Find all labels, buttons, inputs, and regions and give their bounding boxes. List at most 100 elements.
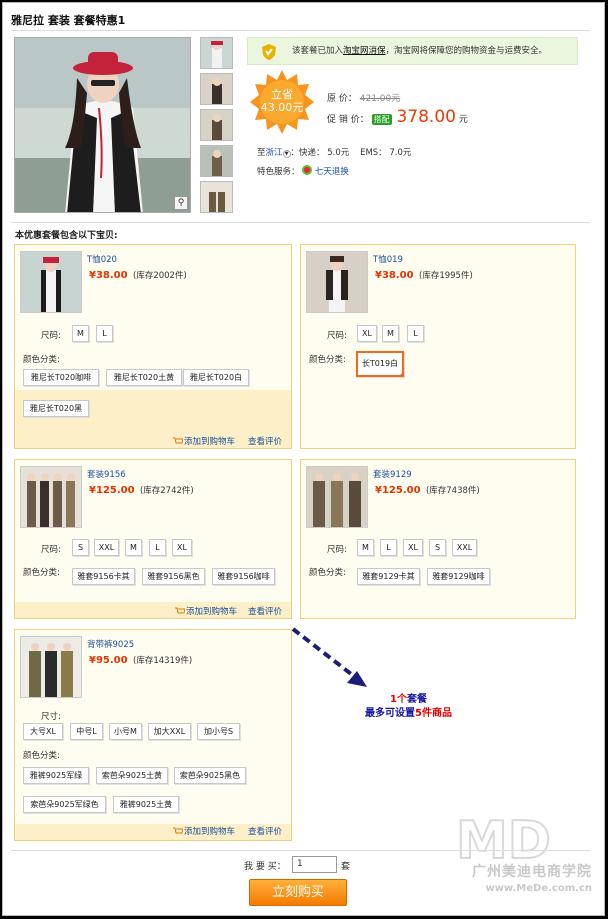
color-option[interactable]: 雅尼长T020土黄 — [106, 369, 182, 386]
size-option[interactable]: M — [125, 539, 142, 556]
color-option[interactable]: 雅套9156咖啡 — [212, 568, 275, 585]
size-label: 尺码: — [327, 331, 347, 341]
size-option[interactable]: 小号M — [109, 723, 142, 740]
package-item-card: 背带裤9025 ¥95.00 (库存14319件) 尺寸: 大号XL 中号L 小… — [14, 629, 292, 841]
item-name-link[interactable]: T恤020 — [87, 253, 117, 265]
size-option[interactable]: 大号XL — [23, 723, 63, 740]
size-option[interactable]: S — [72, 539, 89, 556]
add-to-cart-link[interactable]: 添加到购物车 — [173, 825, 235, 837]
color-option[interactable]: 索芭朵9025土黄 — [96, 767, 168, 784]
item-stock: (库存2742件) — [139, 486, 194, 496]
color-label: 颜色分类: — [23, 355, 60, 365]
view-reviews-link[interactable]: 查看评价 — [248, 605, 282, 617]
chevron-down-icon[interactable]: ▼ — [282, 150, 291, 158]
size-option[interactable]: L — [149, 539, 166, 556]
size-option[interactable]: L — [96, 325, 113, 342]
size-option[interactable]: 加大XXL — [148, 723, 191, 740]
arrow-icon — [291, 627, 367, 687]
watermark-url: www.MeDe.com.cn — [485, 883, 592, 894]
shipping-prefix: 至 — [257, 148, 266, 158]
color-option[interactable]: 雅套9156卡其 — [72, 568, 135, 585]
item-name-link[interactable]: 套装9156 — [87, 468, 126, 480]
cart-icon — [173, 827, 183, 834]
item-price-row: ¥125.00 (库存2742件) — [89, 484, 194, 496]
color-option[interactable]: 雅裤9025军绿 — [23, 767, 89, 784]
package-item-card: T恤019 ¥38.00 (库存1995件) 尺码: XL M L 颜色分类: … — [300, 244, 576, 449]
zoom-icon[interactable]: ⚲ — [174, 196, 188, 210]
item-name-link[interactable]: T恤019 — [373, 253, 403, 265]
color-option[interactable]: 索芭朵9025军绿色 — [23, 796, 106, 813]
size-option[interactable]: M — [382, 325, 399, 342]
page-frame: 雅尼拉 套装 套餐特惠1 ⚲ 该套餐已加入淘宝网消保，淘宝网将保障您的购物资金与… — [2, 2, 605, 916]
item-image[interactable] — [20, 636, 82, 698]
thumbnail-strip — [200, 37, 233, 217]
size-option[interactable]: 中号L — [70, 723, 103, 740]
add-to-cart-label: 添加到购物车 — [186, 607, 238, 617]
thumbnail[interactable] — [200, 73, 233, 105]
item-image[interactable] — [306, 466, 368, 528]
size-option[interactable]: 加小号S — [197, 723, 240, 740]
color-option[interactable]: 雅裤9025土黄 — [113, 796, 179, 813]
item-image[interactable] — [306, 251, 368, 313]
size-option[interactable]: XXL — [452, 539, 477, 556]
package-includes-label: 本优惠套餐包含以下宝贝: — [15, 231, 118, 241]
size-option[interactable]: S — [429, 539, 446, 556]
size-option[interactable]: XL — [172, 539, 192, 556]
color-option[interactable]: 雅尼长T020咖啡 — [23, 369, 99, 386]
main-product-image[interactable]: ⚲ — [14, 37, 191, 213]
size-option[interactable]: M — [72, 325, 89, 342]
size-label: 尺寸: — [41, 712, 61, 722]
quantity-label: 我 要 买： — [244, 862, 286, 872]
item-price-row: ¥38.00 (库存1995件) — [375, 269, 473, 281]
color-option[interactable]: 雅套9129卡其 — [357, 568, 420, 585]
color-option-selected[interactable]: 长T019白 — [356, 351, 404, 377]
item-price: ¥38.00 — [375, 270, 414, 281]
buy-now-button[interactable]: 立刻购买 — [249, 879, 347, 906]
consumer-protection-link[interactable]: 淘宝网消保 — [343, 46, 386, 56]
seven-day-return-link[interactable]: 七天退换 — [315, 167, 349, 177]
cart-icon — [175, 607, 185, 614]
color-option[interactable]: 索芭朵9025黑色 — [174, 767, 246, 784]
express-fee: ：快递： 5.0元 — [290, 148, 350, 158]
consumer-protection-notice: 该套餐已加入淘宝网消保，淘宝网将保障您的购物资金与运费安全。 — [247, 37, 578, 65]
quantity-input[interactable]: 1 — [292, 856, 337, 873]
item-price-row: ¥125.00 (库存7438件) — [375, 484, 480, 496]
item-stock: (库存2002件) — [133, 271, 187, 281]
package-item-card: 套装9129 ¥125.00 (库存7438件) 尺码: M L XL S XX… — [300, 459, 576, 619]
thumbnail[interactable] — [200, 37, 233, 69]
view-reviews-link[interactable]: 查看评价 — [248, 435, 282, 447]
item-name-link[interactable]: 背带裤9025 — [87, 638, 134, 650]
region-selector[interactable]: 浙江 — [266, 148, 283, 158]
size-option[interactable]: L — [407, 325, 424, 342]
size-label: 尺码: — [327, 545, 347, 555]
color-option[interactable]: 雅套9129咖啡 — [427, 568, 490, 585]
savings-amount: 43.00元 — [260, 101, 304, 114]
size-option[interactable]: XL — [403, 539, 423, 556]
color-option[interactable]: 雅尼长T020黑 — [23, 400, 89, 417]
color-option[interactable]: 雅套9156黑色 — [142, 568, 205, 585]
watermark-name: 广州美迪电商学院 — [472, 864, 592, 880]
size-option[interactable]: XXL — [94, 539, 119, 556]
thumbnail[interactable] — [200, 145, 233, 177]
item-image[interactable] — [20, 466, 82, 528]
thumbnail[interactable] — [200, 109, 233, 141]
color-label: 颜色分类: — [309, 355, 346, 365]
item-price: ¥95.00 — [89, 655, 128, 666]
color-option[interactable]: 雅尼长T020白 — [183, 369, 249, 386]
item-name-link[interactable]: 套装9129 — [373, 468, 412, 480]
add-to-cart-link[interactable]: 添加到购物车 — [173, 435, 235, 447]
item-image[interactable] — [20, 251, 82, 313]
item-price: ¥125.00 — [375, 485, 421, 496]
item-stock: (库存7438件) — [425, 486, 480, 496]
thumbnail[interactable] — [200, 181, 233, 213]
size-option[interactable]: M — [357, 539, 374, 556]
divider — [11, 30, 590, 31]
promo-price-label: 促 销 价： — [327, 115, 369, 125]
add-to-cart-link[interactable]: 添加到购物车 — [175, 605, 237, 617]
size-option[interactable]: L — [380, 539, 397, 556]
view-reviews-link[interactable]: 查看评价 — [248, 825, 282, 837]
shield-icon — [262, 44, 276, 60]
annotation-text: 套餐 — [406, 694, 427, 705]
item-price: ¥38.00 — [89, 270, 128, 281]
size-option[interactable]: XL — [357, 325, 377, 342]
